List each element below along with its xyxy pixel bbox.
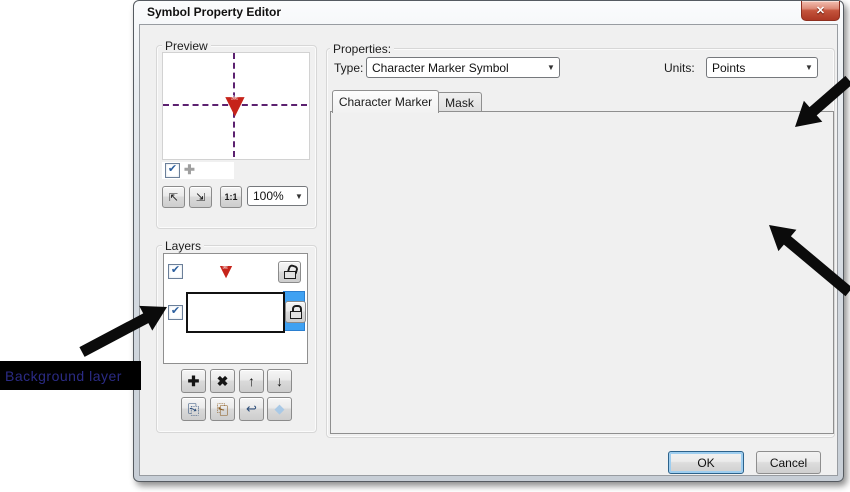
background-layer-annotation: Background layer — [0, 361, 141, 390]
actual-size-button[interactable]: 1:1 — [220, 186, 242, 208]
paste-icon: ⎗ — [217, 401, 228, 418]
close-icon: ✕ — [816, 4, 825, 17]
add-layer-button[interactable]: ✚ — [181, 369, 206, 393]
preview-group-label: Preview — [162, 39, 211, 53]
page: Symbol Property Editor ✕ Preview ▼ ☠ ✔ ✚… — [0, 0, 850, 492]
dropdown-arrow-icon: ▼ — [801, 63, 817, 72]
copy-layer-button[interactable]: ⎘ — [181, 397, 206, 421]
delete-icon: ✖ — [217, 373, 229, 390]
copy-icon: ⎘ — [188, 401, 199, 418]
skull-icon: ☠ — [230, 93, 239, 103]
restore-layer-button[interactable]: ↩ — [239, 397, 264, 421]
unlock-button[interactable] — [278, 261, 301, 283]
zoom-out-button[interactable]: ⇲ — [189, 186, 212, 208]
units-label: Units: — [664, 61, 695, 75]
zoom-in-icon: ⇱ — [169, 191, 178, 204]
units-dropdown[interactable]: Points ▼ — [706, 57, 818, 78]
check-icon: ✔ — [171, 265, 180, 276]
layers-group-label: Layers — [162, 239, 204, 253]
check-icon: ✔ — [168, 164, 177, 175]
unlock-icon — [284, 265, 296, 279]
layer2-visibility-checkbox[interactable]: ✔ — [168, 305, 183, 320]
zoom-in-button[interactable]: ⇱ — [162, 186, 185, 208]
layer2-thumbnail[interactable] — [186, 292, 285, 333]
dropdown-arrow-icon: ▼ — [543, 63, 559, 72]
tab-character-marker[interactable]: Character Marker — [332, 90, 439, 113]
move-layer-up-button[interactable]: ↑ — [239, 369, 264, 393]
lock-icon — [290, 305, 302, 319]
properties-group-label: Properties: — [330, 42, 394, 56]
type-label: Type: — [334, 61, 363, 75]
move-layer-down-button[interactable]: ↓ — [267, 369, 292, 393]
dialog-title: Symbol Property Editor — [147, 5, 281, 19]
layer1-thumbnail[interactable]: ▼ ☠ — [214, 261, 238, 283]
tag-icon: ◆ — [275, 401, 285, 417]
type-dropdown[interactable]: Character Marker Symbol ▼ — [366, 57, 560, 78]
down-arrow-icon: ↓ — [276, 373, 283, 389]
tag-layer-button[interactable]: ◆ — [267, 397, 292, 421]
mine-symbol-preview: ▼ ☠ — [217, 88, 253, 122]
paste-layer-button[interactable]: ⎗ — [210, 397, 235, 421]
undo-icon: ↩ — [246, 401, 257, 417]
lock-button[interactable] — [285, 301, 306, 323]
zoom-level-dropdown[interactable]: 100% ▼ — [247, 186, 308, 206]
check-icon: ✔ — [171, 306, 180, 317]
ok-button[interactable]: OK — [668, 451, 744, 474]
dropdown-arrow-icon: ▼ — [291, 192, 307, 201]
plus-icon: ✚ — [184, 162, 195, 178]
remove-layer-button[interactable]: ✖ — [210, 369, 235, 393]
layer1-visibility-checkbox[interactable]: ✔ — [168, 264, 183, 279]
up-arrow-icon: ↑ — [248, 373, 255, 389]
tab-panel — [330, 111, 834, 434]
close-button[interactable]: ✕ — [801, 1, 840, 21]
zoom-out-icon: ⇲ — [196, 191, 205, 204]
preview-layer-checkbox[interactable]: ✔ — [165, 163, 180, 178]
skull-icon: ☠ — [222, 264, 228, 271]
plus-icon: ✚ — [188, 373, 200, 390]
tab-mask[interactable]: Mask — [437, 92, 482, 113]
cancel-button[interactable]: Cancel — [756, 451, 821, 474]
